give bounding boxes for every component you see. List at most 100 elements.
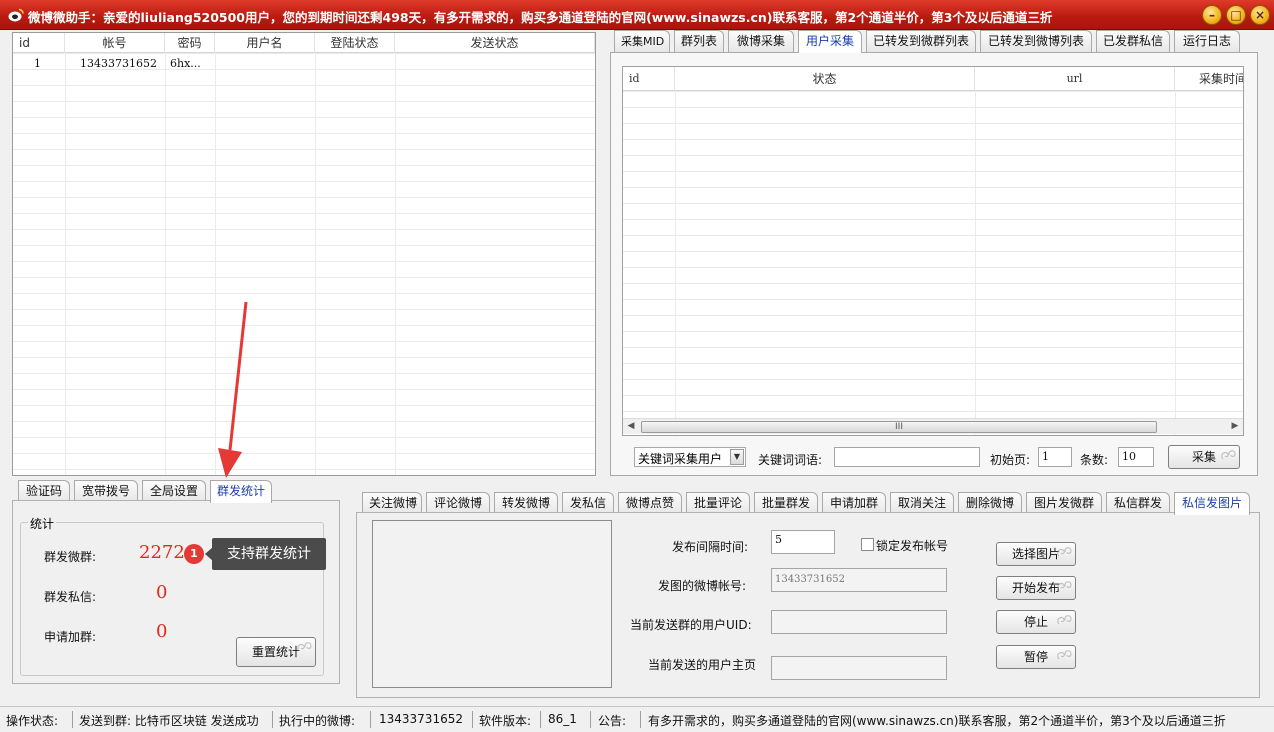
start-publish-button[interactable]: 开始发布: [996, 576, 1076, 600]
swirl-icon: [1057, 547, 1072, 557]
tab-batch-comment[interactable]: 批量评论: [686, 492, 750, 514]
scroll-left-icon[interactable]: ◀: [623, 419, 639, 435]
tab-weibo-like[interactable]: 微博点赞: [618, 492, 682, 514]
lock-account-label: 锁定发布帐号: [876, 539, 949, 553]
minimize-button[interactable]: –: [1202, 5, 1222, 25]
cell-id: 1: [34, 57, 41, 70]
column-header-url[interactable]: url: [975, 67, 1175, 91]
column-header-status[interactable]: 状态: [675, 67, 975, 91]
tab-delete-weibo[interactable]: 删除微博: [958, 492, 1022, 514]
horizontal-scrollbar[interactable]: ◀ III ▶: [623, 418, 1243, 434]
pause-label: 暂停: [1023, 650, 1048, 664]
status-version-label: 软件版本:: [479, 714, 532, 728]
tab-apply-join-group[interactable]: 申请加群: [822, 492, 886, 514]
post-account-field: 13433731652: [771, 568, 947, 592]
tab-comment-weibo[interactable]: 评论微博: [426, 492, 490, 514]
tab-send-stats[interactable]: 群发统计: [210, 480, 272, 503]
collect-table-header: id 状态 url 采集时间: [623, 67, 1243, 91]
count-input[interactable]: 10: [1118, 447, 1154, 467]
lock-account-checkbox[interactable]: [861, 538, 874, 551]
tab-captcha[interactable]: 验证码: [18, 480, 70, 502]
column-header-id[interactable]: id: [623, 67, 675, 91]
tab-sent-group-dm[interactable]: 已发群私信: [1096, 30, 1170, 52]
interval-label: 发布间隔时间:: [672, 540, 749, 554]
cell-account: 13433731652: [80, 57, 157, 70]
select-image-label: 选择图片: [1011, 547, 1060, 561]
collect-button[interactable]: 采集: [1168, 445, 1240, 469]
swirl-icon: [1057, 615, 1072, 625]
column-header-send-status[interactable]: 发送状态: [395, 33, 595, 53]
pause-button[interactable]: 暂停: [996, 645, 1076, 669]
status-op-value: 发送到群: 比特币区块链 发送成功: [79, 714, 259, 728]
window-title: 微博微助手：亲爱的liuliang520500用户，您的到期时间还剩498天，有…: [28, 10, 1053, 25]
tab-group-list[interactable]: 群列表: [674, 30, 724, 52]
collect-mode-value: 关键词采集用户: [638, 452, 723, 466]
private-msg-label: 群发私信:: [44, 590, 97, 604]
start-page-input[interactable]: 1: [1038, 447, 1072, 467]
tab-dm-send-image[interactable]: 私信发图片: [1174, 492, 1250, 515]
select-image-button[interactable]: 选择图片: [996, 542, 1076, 566]
account-table[interactable]: id 帐号 密码 用户名 登陆状态 发送状态 1 13433731652 6hx…: [12, 32, 596, 476]
keyword-input[interactable]: [834, 447, 980, 467]
swirl-icon: [1221, 450, 1236, 460]
tab-forwarded-groups[interactable]: 已转发到微群列表: [866, 30, 976, 52]
account-table-header: id 帐号 密码 用户名 登陆状态 发送状态: [13, 33, 595, 53]
table-gridlines: [13, 53, 595, 475]
private-msg-value: 0: [156, 582, 168, 603]
count-label: 条数:: [1080, 453, 1109, 467]
stats-legend: 统计: [28, 515, 57, 532]
image-preview: [372, 520, 612, 688]
column-header-account[interactable]: 帐号: [65, 33, 165, 53]
current-home-label: 当前发送的用户主页: [648, 658, 757, 672]
tab-batch-group-send[interactable]: 批量群发: [754, 492, 818, 514]
post-account-label: 发图的微博帐号:: [658, 579, 747, 593]
collect-table[interactable]: id 状态 url 采集时间: [622, 66, 1244, 436]
maximize-button[interactable]: □: [1226, 5, 1246, 25]
title-bar: 微博微助手：亲爱的liuliang520500用户，您的到期时间还剩498天，有…: [0, 0, 1274, 30]
column-header-login-status[interactable]: 登陆状态: [315, 33, 395, 53]
scroll-thumb[interactable]: III: [641, 421, 1157, 433]
stop-button[interactable]: 停止: [996, 610, 1076, 634]
tab-forwarded-weibo[interactable]: 已转发到微博列表: [980, 30, 1092, 52]
reset-stats-button[interactable]: 重置统计: [236, 637, 316, 667]
tab-collect-mid[interactable]: 采集MID: [614, 30, 670, 52]
status-bar: 操作状态: 发送到群: 比特币区块链 发送成功 执行中的微博: 13433731…: [0, 706, 1274, 732]
tab-dm-group-send[interactable]: 私信群发: [1106, 492, 1170, 514]
tab-global-settings[interactable]: 全局设置: [142, 480, 206, 502]
chevron-down-icon[interactable]: ▼: [730, 449, 744, 465]
start-page-label: 初始页:: [990, 453, 1031, 467]
interval-input[interactable]: 5: [771, 530, 835, 554]
swirl-icon: [1057, 581, 1072, 591]
column-header-collect-time[interactable]: 采集时间: [1175, 67, 1243, 91]
status-running-value: 13433731652: [379, 712, 463, 726]
current-home-field: [771, 656, 947, 680]
column-header-username[interactable]: 用户名: [215, 33, 315, 53]
keyword-label: 关键词词语:: [758, 453, 823, 467]
collect-mode-select[interactable]: 关键词采集用户 ▼: [634, 447, 746, 467]
join-group-value: 0: [156, 621, 168, 642]
scroll-right-icon[interactable]: ▶: [1227, 419, 1243, 435]
tab-send-dm[interactable]: 发私信: [562, 492, 614, 514]
right-tab-strip: 采集MID 群列表 微博采集 用户采集 已转发到微群列表 已转发到微博列表 已发…: [614, 30, 1254, 53]
cell-password: 6hx...: [170, 57, 201, 70]
tab-broadband-dial[interactable]: 宽带拨号: [74, 480, 138, 502]
tab-unfollow[interactable]: 取消关注: [890, 492, 954, 514]
status-version-value: 86_1: [548, 712, 577, 726]
status-notice-value: 有多开需求的，购买多通道登陆的官网(www.sinawzs.cn)联系客服，第2…: [648, 714, 1226, 728]
tab-image-group-post[interactable]: 图片发微群: [1026, 492, 1102, 514]
close-button[interactable]: ×: [1250, 5, 1270, 25]
left-tab-strip: 验证码 宽带拨号 全局设置 群发统计: [18, 480, 278, 503]
column-header-id[interactable]: id: [13, 33, 65, 53]
column-header-password[interactable]: 密码: [165, 33, 215, 53]
tab-run-log[interactable]: 运行日志: [1174, 30, 1240, 52]
annotation-arrow-icon: [218, 301, 248, 478]
current-uid-field: [771, 610, 947, 634]
bottom-tab-strip: 关注微博 评论微博 转发微博 发私信 微博点赞 批量评论 批量群发 申请加群 取…: [362, 492, 1258, 515]
tab-weibo-collect[interactable]: 微博采集: [728, 30, 794, 52]
tab-user-collect[interactable]: 用户采集: [798, 30, 862, 53]
tab-forward-weibo[interactable]: 转发微博: [494, 492, 558, 514]
table-gridlines: [623, 91, 1243, 435]
status-running-label: 执行中的微博:: [279, 714, 356, 728]
tab-follow-weibo[interactable]: 关注微博: [362, 492, 422, 514]
start-publish-label: 开始发布: [1011, 581, 1060, 595]
